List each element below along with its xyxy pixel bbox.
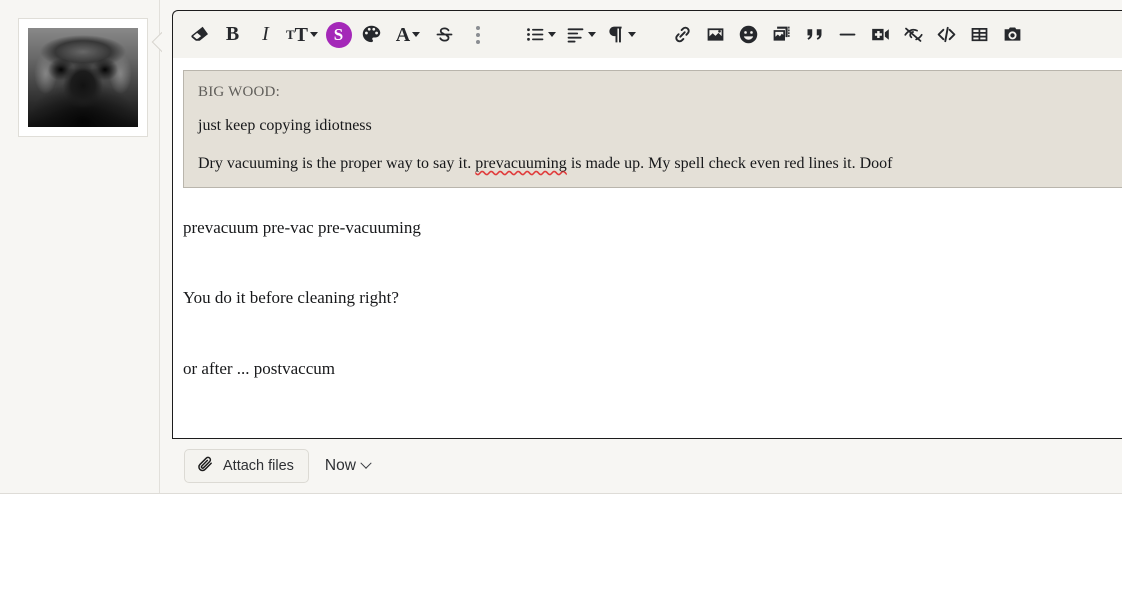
more-options-icon[interactable]	[461, 18, 494, 52]
avatar[interactable]	[18, 18, 148, 137]
image-icon[interactable]	[699, 18, 732, 52]
chevron-down-icon	[412, 32, 420, 37]
toolbar-group-format: B I TT S	[183, 18, 494, 52]
smilies-badge-icon[interactable]: S	[322, 18, 355, 52]
quote-text-after: is made up. My spell check even red line…	[567, 155, 893, 172]
chevron-down-icon	[310, 32, 318, 37]
bullet-list-icon[interactable]	[520, 18, 560, 52]
bold-icon[interactable]: B	[216, 18, 249, 52]
quote-line: just keep copying idiotness	[198, 117, 1106, 135]
text-color-icon[interactable]: A	[388, 18, 428, 52]
emoji-icon[interactable]	[732, 18, 765, 52]
paragraph-spacer	[183, 379, 1122, 439]
link-icon[interactable]	[666, 18, 699, 52]
message-editor-surface[interactable]: BIG WOOD: just keep copying idiotness Dr…	[172, 58, 1122, 439]
editor-column: B I TT S	[160, 0, 1122, 493]
post-time-dropdown[interactable]: Now	[319, 451, 376, 481]
post-composer: B I TT S	[0, 0, 1122, 494]
italic-icon[interactable]: I	[249, 18, 282, 52]
body-paragraph: or after ... postvaccum	[183, 358, 1122, 379]
strikethrough-icon[interactable]	[428, 18, 461, 52]
blockquote[interactable]: BIG WOOD: just keep copying idiotness Dr…	[183, 70, 1122, 188]
add-video-icon[interactable]	[864, 18, 897, 52]
align-left-icon[interactable]	[560, 18, 600, 52]
toolbar-group-insert	[666, 18, 1029, 52]
table-icon[interactable]	[963, 18, 996, 52]
toolbar-group-paragraph	[520, 18, 640, 52]
quote-icon[interactable]	[798, 18, 831, 52]
attach-files-button[interactable]: Attach files	[184, 449, 309, 483]
chevron-down-icon	[628, 32, 636, 37]
chevron-down-icon	[360, 458, 371, 469]
reply-composer-screen: B I TT S	[0, 0, 1122, 600]
chimpanzee-avatar-icon	[28, 28, 138, 127]
paperclip-icon	[197, 456, 214, 477]
paragraph-spacer	[183, 309, 1122, 358]
body-paragraph: You do it before cleaning right?	[183, 287, 1122, 308]
composer-footer: Attach files Now	[172, 439, 1122, 493]
rich-text-toolbar: B I TT S	[172, 10, 1122, 58]
message-body[interactable]: prevacuum pre-vac pre-vacuuming You do i…	[173, 217, 1122, 439]
font-size-icon[interactable]: TT	[282, 18, 322, 52]
paragraph-spacer	[183, 238, 1122, 287]
code-icon[interactable]	[930, 18, 963, 52]
smilies-badge-letter: S	[326, 22, 352, 48]
body-paragraph: prevacuum pre-vac pre-vacuuming	[183, 217, 1122, 238]
gallery-icon[interactable]	[765, 18, 798, 52]
camera-icon[interactable]	[996, 18, 1029, 52]
eraser-icon[interactable]	[183, 18, 216, 52]
spoiler-icon[interactable]	[897, 18, 930, 52]
post-time-label: Now	[325, 457, 356, 475]
quote-line-with-spellcheck: Dry vacuuming is the proper way to say i…	[198, 155, 1106, 173]
chevron-down-icon	[588, 32, 596, 37]
horizontal-rule-icon[interactable]	[831, 18, 864, 52]
palette-icon[interactable]	[355, 18, 388, 52]
paragraph-format-icon[interactable]	[600, 18, 640, 52]
quote-text-before: Dry vacuuming is the proper way to say i…	[198, 155, 475, 172]
chevron-down-icon	[548, 32, 556, 37]
quote-author: BIG WOOD:	[198, 84, 1106, 101]
vertical-dots	[476, 26, 480, 44]
misspelled-word: prevacuuming	[475, 155, 567, 172]
avatar-column	[0, 0, 160, 493]
speech-bubble-pointer	[150, 28, 162, 58]
attach-files-label: Attach files	[223, 458, 294, 474]
